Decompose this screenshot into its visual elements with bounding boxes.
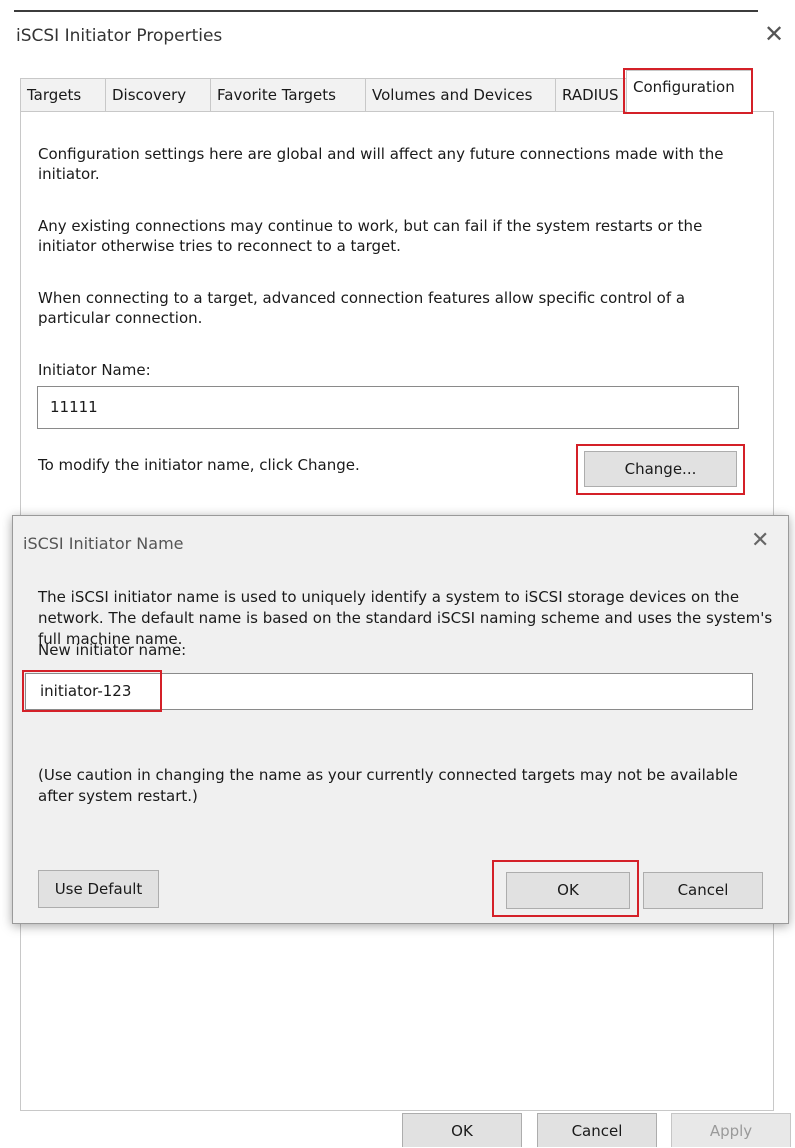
change-button[interactable]: Change...: [584, 451, 737, 487]
config-paragraph-3: When connecting to a target, advanced co…: [38, 289, 686, 327]
footer-cancel-button[interactable]: Cancel: [537, 1113, 657, 1147]
dialog-ok-button[interactable]: OK: [506, 872, 630, 909]
close-icon[interactable]: ✕: [764, 22, 784, 46]
initiator-name-field[interactable]: 11111: [37, 386, 739, 429]
dialog-cancel-button[interactable]: Cancel: [643, 872, 763, 909]
new-initiator-name-input[interactable]: initiator-123: [25, 673, 753, 710]
footer-ok-button[interactable]: OK: [402, 1113, 522, 1147]
dialog-close-icon[interactable]: ✕: [751, 528, 769, 553]
window-title: iSCSI Initiator Properties: [16, 26, 223, 46]
dialog-title: iSCSI Initiator Name: [23, 534, 184, 553]
initiator-name-dialog: iSCSI Initiator Name ✕ The iSCSI initiat…: [12, 515, 789, 924]
tab-configuration[interactable]: Configuration: [626, 70, 752, 112]
initiator-name-label: Initiator Name:: [38, 361, 151, 379]
new-name-label: New initiator name:: [38, 641, 187, 659]
tab-targets[interactable]: Targets: [20, 78, 106, 112]
top-border-line: [14, 10, 758, 12]
config-paragraph-1: Configuration settings here are global a…: [38, 145, 724, 183]
tab-volumes-and-devices[interactable]: Volumes and Devices: [365, 78, 556, 112]
caution-text: (Use caution in changing the name as you…: [38, 766, 738, 805]
tab-discovery[interactable]: Discovery: [105, 78, 211, 112]
config-paragraph-2: Any existing connections may continue to…: [38, 217, 703, 255]
use-default-button[interactable]: Use Default: [38, 870, 159, 908]
tab-favorite-targets[interactable]: Favorite Targets: [210, 78, 366, 112]
tab-radius[interactable]: RADIUS: [555, 78, 627, 112]
modify-hint-text: To modify the initiator name, click Chan…: [38, 456, 360, 474]
footer-apply-button[interactable]: Apply: [671, 1113, 791, 1147]
